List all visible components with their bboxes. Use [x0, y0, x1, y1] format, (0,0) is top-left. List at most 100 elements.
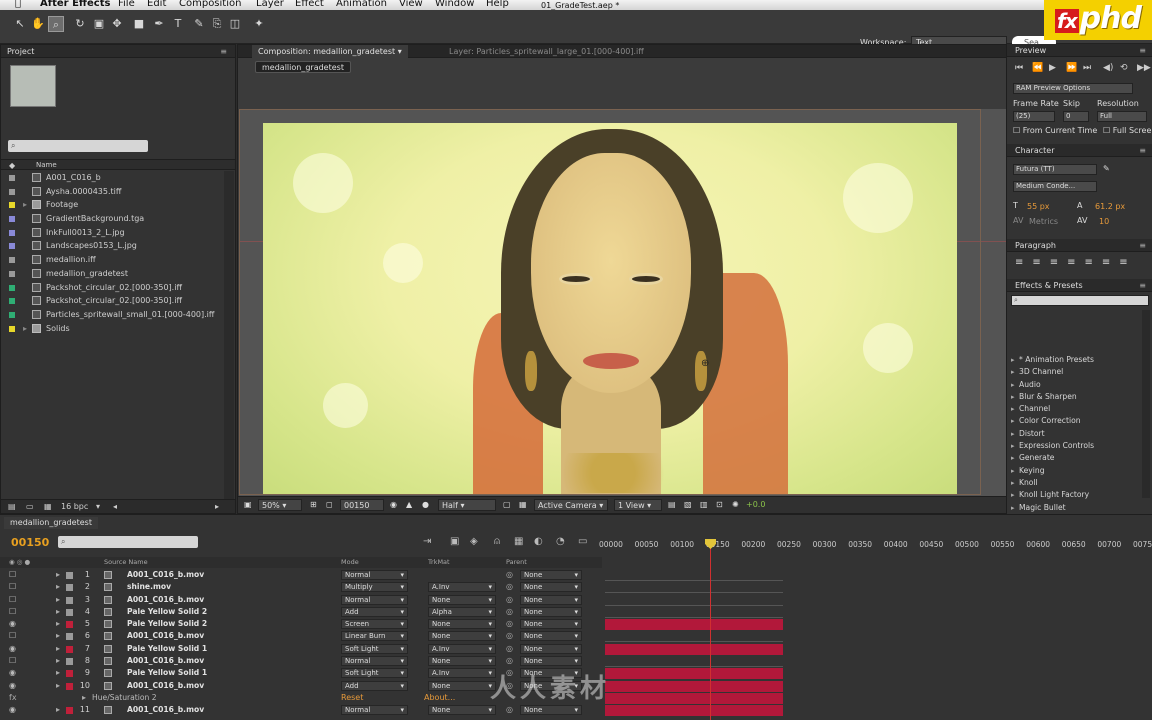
track-matte-select[interactable]: A.Inv ▾ — [428, 668, 496, 679]
eye-icon[interactable]: ◉ — [9, 667, 16, 679]
layer-duration-bar[interactable] — [605, 705, 783, 717]
twirl-arrow-icon[interactable]: ▸ — [56, 569, 60, 581]
label-swatch[interactable] — [9, 311, 15, 318]
layer-duration-bar[interactable] — [605, 570, 783, 581]
label-swatch[interactable] — [9, 298, 15, 305]
effect-about-link[interactable]: About... — [424, 692, 455, 704]
color-channel-icon[interactable]: ● — [422, 500, 429, 509]
project-item[interactable]: medallion.iff — [1, 253, 235, 267]
selection-tool-icon[interactable]: ↖ — [12, 16, 28, 32]
mask-visibility-icon[interactable]: ◻ — [326, 500, 333, 509]
view-layout-select[interactable]: 1 View ▾ — [614, 499, 662, 511]
label-swatch[interactable] — [9, 257, 15, 264]
label-swatch[interactable] — [66, 670, 73, 678]
ram-preview-icon[interactable]: ▶▶ — [1137, 63, 1151, 73]
grid-icon[interactable]: ⊞ — [310, 500, 317, 509]
menu-animation[interactable]: Animation — [336, 0, 387, 9]
project-item[interactable]: GradientBackground.tga — [1, 212, 235, 226]
rectangle-tool-icon[interactable]: ■ — [131, 16, 147, 32]
zoom-tool-icon[interactable]: ⌕ — [48, 16, 64, 32]
track-matte-select[interactable]: None ▾ — [428, 619, 496, 630]
effect-category[interactable]: Distort — [1007, 428, 1142, 441]
layer-name[interactable]: A001_C016_b.mov — [127, 704, 204, 716]
effect-category[interactable]: Channel — [1007, 403, 1142, 416]
layer-name[interactable]: A001_C016_b.mov — [127, 655, 204, 667]
pixel-aspect-icon[interactable]: ▤ — [668, 500, 676, 509]
region-of-interest-icon[interactable]: ▢ — [503, 500, 511, 509]
label-swatch[interactable] — [9, 188, 15, 195]
blend-mode-select[interactable]: Normal ▾ — [341, 594, 408, 605]
label-swatch[interactable] — [9, 202, 15, 209]
next-frame-icon[interactable]: ⏩ — [1066, 63, 1077, 73]
parent-pickwhip-icon[interactable]: ◎ — [506, 655, 513, 667]
layer-row[interactable]: ☐ ▸ 4 Pale Yellow Solid 2 Add ▾ Alpha ▾ ◎ None ▾ — [0, 606, 1152, 618]
app-menu[interactable]: After Effects — [40, 0, 110, 9]
draft-3d-icon[interactable]: ◈ — [470, 536, 478, 547]
live-update-icon[interactable]: ▣ — [450, 536, 459, 547]
menu-view[interactable]: View — [399, 0, 423, 9]
layer-row[interactable]: ☐ ▸ 1 A001_C016_b.mov Normal ▾ ◎ None ▾ — [0, 569, 1152, 581]
scroll-right-icon[interactable]: ▸ — [215, 500, 219, 514]
twirl-arrow-icon[interactable]: ▸ — [56, 581, 60, 593]
label-swatch[interactable] — [9, 325, 15, 332]
label-swatch[interactable] — [66, 608, 73, 616]
source-name-header[interactable]: Source Name — [104, 557, 148, 568]
parent-select[interactable]: None ▾ — [520, 631, 582, 642]
layer-row[interactable]: ☐ ▸ 8 A001_C016_b.mov Normal ▾ None ▾ ◎ None ▾ — [0, 655, 1152, 668]
layer-name[interactable]: Pale Yellow Solid 2 — [127, 606, 207, 618]
scroll-left-icon[interactable]: ◂ — [113, 500, 117, 514]
eye-icon[interactable]: ◉ — [9, 704, 16, 716]
label-swatch[interactable] — [9, 216, 15, 223]
blend-mode-select[interactable]: Multiply ▾ — [341, 582, 408, 593]
blend-mode-select[interactable]: Add ▾ — [341, 680, 408, 691]
time-ruler[interactable]: 00000 00050 00100 00150 00200 00250 00300 00350… — [599, 538, 1152, 551]
layer-duration-bar[interactable] — [605, 656, 783, 668]
label-swatch[interactable] — [66, 707, 73, 715]
label-swatch[interactable] — [66, 584, 73, 592]
resolution-select[interactable]: Full — [1097, 111, 1147, 122]
parent-pickwhip-icon[interactable]: ◎ — [506, 594, 513, 606]
menu-composition[interactable]: Composition — [179, 0, 241, 9]
layer-row[interactable]: ◉ ▸ 7 Pale Yellow Solid 1 Soft Light ▾ A.Inv ▾ ◎… — [0, 643, 1152, 655]
twirl-arrow-icon[interactable]: ▸ — [56, 667, 60, 679]
menu-help[interactable]: Help — [486, 0, 509, 9]
frame-rate-select[interactable]: (25) — [1013, 111, 1055, 122]
eye-icon[interactable]: ◉ — [9, 680, 16, 692]
ram-preview-options-select[interactable]: RAM Preview Options — [1013, 83, 1133, 94]
fast-previews-icon[interactable]: ▧ — [684, 500, 692, 509]
effect-name[interactable]: Hue/Saturation 2 — [92, 692, 157, 704]
layer-name[interactable]: A001_C016_b.mov — [127, 594, 204, 606]
label-swatch[interactable] — [9, 175, 15, 181]
pan-behind-tool-icon[interactable]: ✥ — [109, 16, 125, 32]
paragraph-align-buttons[interactable]: ≡≡≡≡≡≡≡ — [1015, 257, 1137, 268]
always-preview-icon[interactable]: ▣ — [244, 500, 252, 509]
frame-blending-icon[interactable]: ▦ — [514, 536, 523, 547]
layer-duration-bar[interactable] — [605, 692, 783, 704]
new-composition-icon[interactable]: ▦ — [44, 500, 52, 514]
layer-duration-bar[interactable] — [605, 595, 783, 606]
layer-name[interactable]: A001_C016_b.mov — [127, 569, 204, 581]
track-matte-select[interactable]: A.Inv ▾ — [428, 643, 496, 654]
eyedropper-icon[interactable]: ✎ — [1103, 164, 1110, 173]
parent-select[interactable]: None ▾ — [520, 570, 582, 580]
layer-name[interactable]: Pale Yellow Solid 1 — [127, 667, 207, 679]
effect-category[interactable]: Expression Controls — [1007, 440, 1142, 453]
parent-select[interactable]: None ▾ — [520, 656, 582, 667]
graph-editor-icon[interactable]: ▭ — [578, 536, 587, 547]
layer-duration-bar[interactable] — [605, 631, 783, 643]
hide-shy-layers-icon[interactable]: ⍝ — [494, 536, 500, 547]
effect-category[interactable]: Magic Bullet — [1007, 502, 1142, 515]
label-swatch[interactable] — [9, 229, 15, 236]
project-item[interactable]: ▸ Solids — [1, 322, 235, 336]
parent-pickwhip-icon[interactable]: ◎ — [506, 569, 513, 581]
layer-name[interactable]: A001_C016_b.mov — [127, 630, 204, 642]
effects-search-input[interactable]: ⌕ — [1011, 295, 1149, 306]
panel-menu-icon[interactable]: ≡ — [220, 45, 227, 58]
parent-pickwhip-icon[interactable]: ◎ — [506, 630, 513, 642]
skip-select[interactable]: 0 — [1063, 111, 1089, 122]
effect-category[interactable]: 3D Channel — [1007, 366, 1142, 379]
puppet-pin-tool-icon[interactable]: ✦ — [251, 16, 267, 32]
label-swatch[interactable] — [66, 596, 73, 604]
project-item[interactable]: Aysha.0000435.tiff — [1, 185, 235, 199]
apple-icon[interactable]:  — [15, 0, 21, 9]
